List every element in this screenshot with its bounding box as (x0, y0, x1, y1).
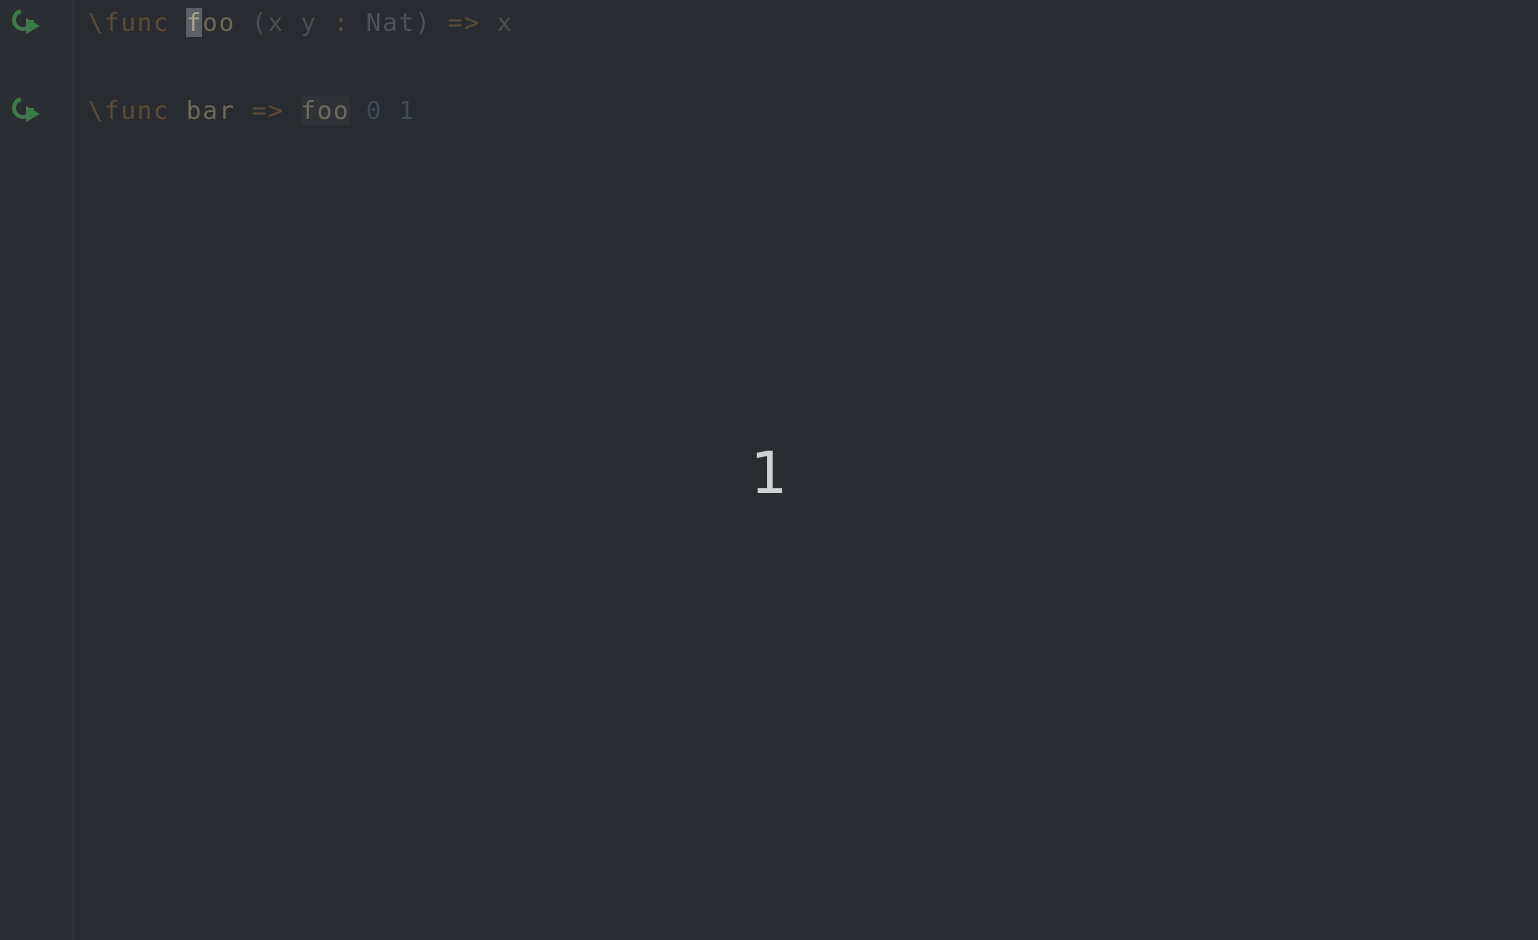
run-icon[interactable] (10, 7, 42, 39)
operator-token: => (251, 96, 285, 125)
code-line-1[interactable]: \func foo (x y : Nat) => x (88, 6, 513, 40)
code-token: (x y (235, 8, 334, 37)
run-icon[interactable] (10, 95, 42, 127)
reference-highlight: foo (300, 96, 350, 125)
operator-token: => (447, 8, 481, 37)
keyword-token: \func (88, 96, 170, 125)
overlay-step-number: 1 (750, 439, 788, 507)
code-editor[interactable]: \func foo (x y : Nat) => x \func bar => … (0, 0, 1538, 940)
identifier-token: oo (202, 8, 236, 37)
keyword-token: \func (88, 8, 170, 37)
operator-token: : (333, 8, 350, 37)
code-line-2[interactable]: \func bar => foo 0 1 (88, 94, 415, 128)
number-token: 0 1 (349, 96, 416, 125)
type-token: Nat) (349, 8, 448, 37)
code-token: x (480, 8, 514, 37)
text-caret: f (186, 8, 203, 37)
identifier-token: bar (186, 96, 236, 125)
